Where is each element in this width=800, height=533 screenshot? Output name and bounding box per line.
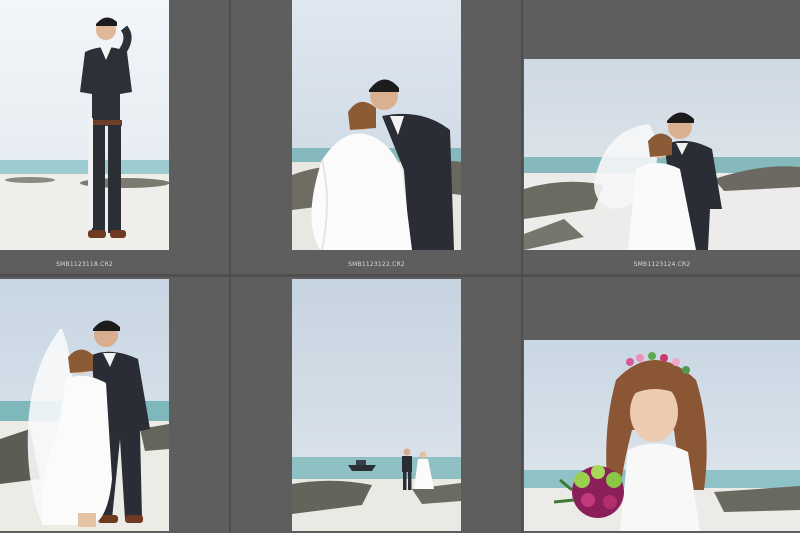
thumbnail-grid: SMB1123118.CR2 SMB1123122.CR2 SMB1123124… bbox=[0, 0, 800, 533]
thumbnail-filename-1: SMB1123118.CR2 bbox=[56, 261, 113, 268]
thumbnail-image-2[interactable] bbox=[292, 0, 461, 250]
thumbnail-filename-2: SMB1123122.CR2 bbox=[348, 261, 405, 268]
thumbnail-cell-3[interactable]: SMB1123124.CR2 bbox=[523, 0, 800, 274]
thumbnail-cell-4[interactable] bbox=[0, 277, 229, 533]
thumbnail-image-1[interactable] bbox=[0, 0, 169, 250]
thumbnail-filename-3: SMB1123124.CR2 bbox=[633, 261, 691, 268]
thumbnail-cell-6[interactable] bbox=[523, 277, 800, 533]
thumbnail-cell-5[interactable] bbox=[231, 277, 521, 533]
thumbnail-image-3[interactable] bbox=[524, 59, 800, 250]
thumbnail-image-4[interactable] bbox=[0, 279, 169, 531]
thumbnail-image-6[interactable] bbox=[524, 340, 800, 531]
thumbnail-cell-2[interactable]: SMB1123122.CR2 bbox=[231, 0, 521, 274]
thumbnail-cell-1[interactable]: SMB1123118.CR2 bbox=[0, 0, 229, 274]
thumbnail-image-5[interactable] bbox=[292, 279, 461, 531]
